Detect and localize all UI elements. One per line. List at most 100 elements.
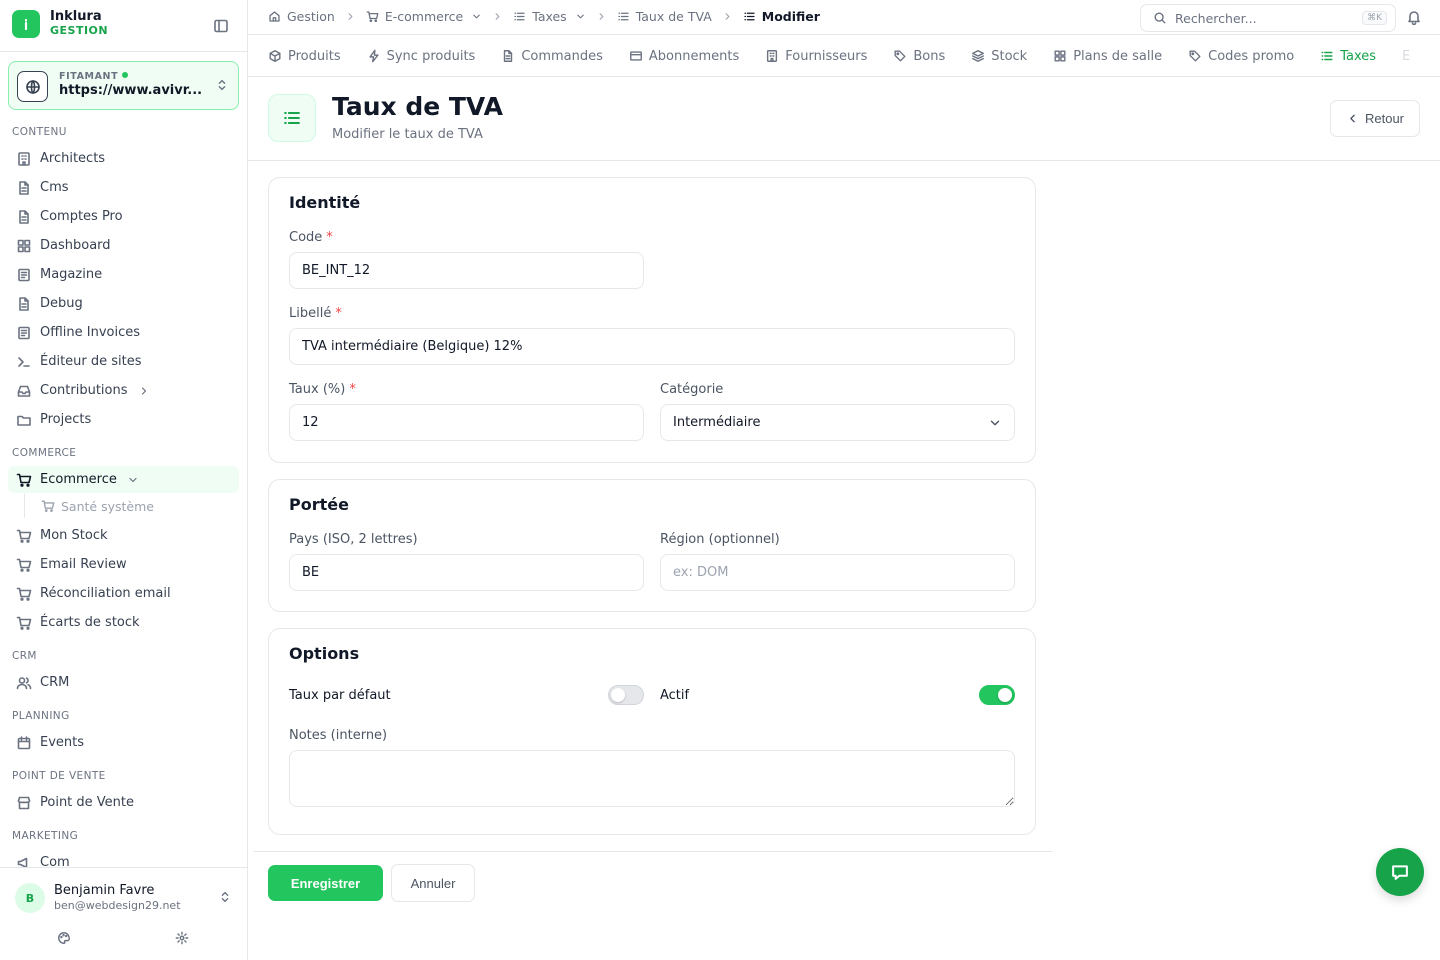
sidebar-item-point-de-vente[interactable]: Point de Vente xyxy=(8,789,239,816)
section-label-commerce: COMMERCE xyxy=(12,447,77,459)
taux-input[interactable] xyxy=(289,404,644,441)
tab-produits[interactable]: Produits xyxy=(268,35,354,76)
sidebar-item-projects[interactable]: Projects xyxy=(8,406,239,433)
save-button[interactable]: Enregistrer xyxy=(268,865,383,901)
tab-abonnements[interactable]: Abonnements xyxy=(616,35,752,76)
search-input[interactable] xyxy=(1175,10,1355,26)
sidebar-item-architects[interactable]: Architects xyxy=(8,145,239,172)
tab-plans-de-salle[interactable]: Plans de salle xyxy=(1040,35,1175,76)
palette-icon[interactable] xyxy=(57,931,71,945)
tab-taxes[interactable]: Taxes xyxy=(1307,35,1389,76)
breadcrumb-ecommerce[interactable]: E-commerce xyxy=(366,9,482,24)
newspaper-icon xyxy=(18,326,30,339)
notes-textarea[interactable] xyxy=(289,750,1015,807)
cancel-button[interactable]: Annuler xyxy=(391,864,475,902)
avatar: B xyxy=(15,883,45,913)
sidebar-item-magazine[interactable]: Magazine xyxy=(8,261,239,288)
sidebar-item-email-review[interactable]: Email Review xyxy=(8,551,239,578)
sidebar-item-label: Ecommerce xyxy=(40,472,117,487)
tab-fournisseurs[interactable]: Fournisseurs xyxy=(752,35,880,76)
sidebar-item-label: Projects xyxy=(40,412,92,427)
actif-toggle[interactable] xyxy=(979,685,1015,705)
sidebar-item-contributions[interactable]: Contributions xyxy=(8,377,239,404)
brand-logo-icon xyxy=(12,10,40,38)
sidebar-item-offline-invoices[interactable]: Offline Invoices xyxy=(8,319,239,346)
back-button[interactable]: Retour xyxy=(1330,100,1420,137)
chevron-left-icon xyxy=(1350,114,1355,123)
breadcrumb-taux-de-tva[interactable]: Taux de TVA xyxy=(617,9,712,24)
sidebar-item-dashboard[interactable]: Dashboard xyxy=(8,232,239,259)
code-label: Code * xyxy=(289,230,333,245)
tab-bons[interactable]: Bons xyxy=(880,35,958,76)
chevron-right-icon xyxy=(596,11,607,22)
file-icon xyxy=(504,50,513,62)
sidebar-item-ecommerce[interactable]: Ecommerce xyxy=(8,466,239,493)
tab-overflow[interactable]: E xyxy=(1389,35,1423,76)
sidebar-item-debug[interactable]: Debug xyxy=(8,290,239,317)
code-input[interactable] xyxy=(289,252,644,289)
home-icon xyxy=(269,11,280,22)
tab-codes-promo[interactable]: Codes promo xyxy=(1175,35,1307,76)
toggle-knob xyxy=(998,688,1012,702)
sidebar-item-label: Email Review xyxy=(40,557,127,572)
chevron-down-icon[interactable] xyxy=(471,11,482,22)
tab-bar: Produits Sync produits Commandes Abonnem… xyxy=(248,34,1440,77)
tab-sync-produits[interactable]: Sync produits xyxy=(354,35,489,76)
sidebar-item-label: Point de Vente xyxy=(40,795,135,810)
sidebar-item-comptes-pro[interactable]: Comptes Pro xyxy=(8,203,239,230)
brand[interactable]: Inklura GESTION xyxy=(12,10,108,38)
region-input[interactable] xyxy=(660,554,1015,591)
gear-icon[interactable] xyxy=(175,931,189,945)
sidebar-toggle-icon[interactable] xyxy=(213,18,229,34)
sidebar-subitem-sante-systeme[interactable]: Santé système xyxy=(24,494,239,518)
sidebar-item-editeur-de-sites[interactable]: Éditeur de sites xyxy=(8,348,239,375)
sidebar-item-label: Offline Invoices xyxy=(40,325,141,340)
tag-icon xyxy=(894,50,906,62)
sidebar-item-label: CRM xyxy=(40,675,70,690)
sidebar-item-cms[interactable]: Cms xyxy=(8,174,239,201)
user-menu[interactable]: B Benjamin Favre ben@webdesign29.net xyxy=(8,874,239,922)
credit-card-icon xyxy=(629,51,642,61)
sidebar: Inklura GESTION FITAMANT https://www.avi… xyxy=(0,0,248,960)
search-box[interactable]: ⌘K xyxy=(1140,4,1396,32)
breadcrumb-taxes[interactable]: Taxes xyxy=(513,9,585,24)
bell-icon[interactable] xyxy=(1406,9,1422,25)
categorie-select[interactable]: Intermédiaire xyxy=(660,404,1015,441)
page-header: Taux de TVA Modifier le taux de TVA Reto… xyxy=(248,77,1440,161)
divider xyxy=(0,867,248,868)
brand-name: Inklura xyxy=(50,9,102,24)
list-icon xyxy=(618,12,629,21)
sidebar-item-reconciliation-email[interactable]: Réconciliation email xyxy=(8,580,239,607)
brand-subtitle: GESTION xyxy=(50,24,109,37)
grid-icon xyxy=(17,239,31,252)
sidebar-item-ecarts-de-stock[interactable]: Écarts de stock xyxy=(8,609,239,636)
inbox-icon xyxy=(17,385,31,397)
sidebar-item-label: Cms xyxy=(40,180,69,195)
categorie-label: Catégorie xyxy=(660,382,724,397)
breadcrumb-gestion[interactable]: Gestion xyxy=(268,9,335,24)
pays-input[interactable] xyxy=(289,554,644,591)
libelle-input[interactable] xyxy=(289,328,1015,365)
portee-title: Portée xyxy=(289,495,349,514)
message-icon xyxy=(1392,865,1408,880)
sidebar-item-events[interactable]: Events xyxy=(8,729,239,756)
users-icon xyxy=(16,676,32,689)
section-label-contenu: CONTENU xyxy=(12,126,67,138)
divider xyxy=(0,51,248,52)
tab-commandes[interactable]: Commandes xyxy=(488,35,616,76)
tab-stock[interactable]: Stock xyxy=(958,35,1040,76)
identite-title: Identité xyxy=(289,193,361,212)
status-dot xyxy=(122,72,129,78)
chat-button[interactable] xyxy=(1376,848,1424,896)
sidebar-item-label: Magazine xyxy=(40,267,103,282)
sidebar-item-com[interactable]: Com xyxy=(8,849,239,867)
sidebar-item-label: Écarts de stock xyxy=(40,615,140,630)
top-bar: Gestion E-commerce Taxes Taux de TVA Mod… xyxy=(248,0,1440,34)
taux-par-defaut-toggle[interactable] xyxy=(608,685,644,705)
site-switcher[interactable]: FITAMANT https://www.avivr... xyxy=(8,61,239,110)
building-icon xyxy=(767,50,778,62)
chevron-down-icon[interactable] xyxy=(575,11,586,22)
sidebar-item-mon-stock[interactable]: Mon Stock xyxy=(8,522,239,549)
sidebar-item-crm[interactable]: CRM xyxy=(8,669,239,696)
list-icon xyxy=(514,12,525,21)
